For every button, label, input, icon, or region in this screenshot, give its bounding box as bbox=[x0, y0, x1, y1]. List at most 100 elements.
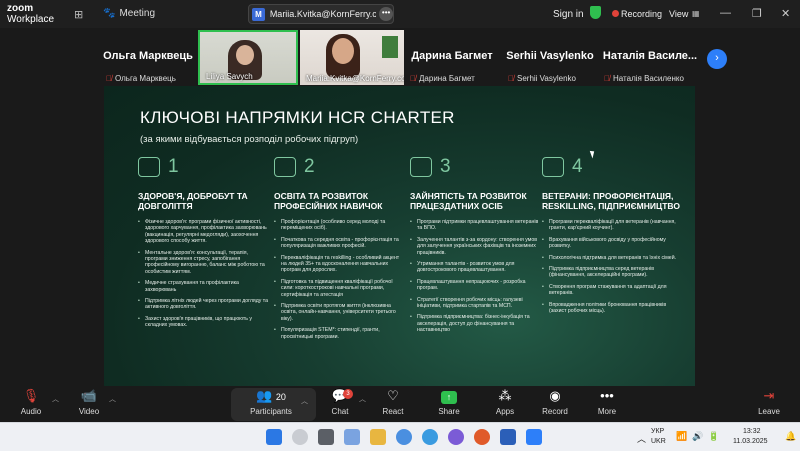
task-view-icon[interactable] bbox=[318, 429, 334, 445]
tray-chevron-icon[interactable]: ︿ bbox=[637, 432, 646, 445]
participant-name: Дарина Багмет bbox=[419, 74, 475, 83]
security-shield-icon[interactable] bbox=[590, 6, 601, 19]
bullet-item: Працевлаштування непрацюючих - розробка … bbox=[410, 279, 540, 292]
growth-chart-icon bbox=[410, 157, 432, 177]
view-button[interactable]: View bbox=[669, 9, 688, 19]
participant-tile[interactable]: Serhii Vasylenko 🎙̸ Serhii Vasylenko bbox=[502, 30, 598, 85]
muted-mic-icon: 🎙̸ bbox=[106, 74, 112, 83]
participant-video-tile[interactable]: Liliya Savych bbox=[198, 30, 298, 85]
apps-button[interactable]: ⁂ Apps bbox=[478, 388, 532, 420]
bullet-item: Впровадження політики бронювання працівн… bbox=[542, 302, 682, 315]
record-button[interactable]: ◉ Record bbox=[528, 388, 582, 420]
react-label: React bbox=[382, 407, 404, 416]
meeting-label: Meeting bbox=[119, 8, 156, 19]
next-page-chevron-icon[interactable]: › bbox=[707, 49, 727, 69]
share-label: Share bbox=[438, 407, 460, 416]
participant-tile[interactable]: Ольга Марквець 🎙̸ Ольга Марквець bbox=[100, 30, 196, 85]
chrome-icon[interactable] bbox=[396, 429, 412, 445]
apps-label: Apps bbox=[495, 407, 515, 416]
windows-start-icon[interactable] bbox=[266, 429, 282, 445]
clock-time[interactable]: 13:32 bbox=[743, 428, 761, 435]
language-bottom[interactable]: UKR bbox=[651, 438, 666, 445]
record-icon: ◉ bbox=[549, 388, 561, 403]
direction-column-1: 1 ЗДОРОВ'Я, ДОБРОБУТ ТА ДОВГОЛІТТЯ Фізич… bbox=[138, 156, 268, 334]
participant-display-name: Наталія Василе... bbox=[602, 50, 698, 62]
more-label: More bbox=[597, 407, 617, 416]
restore-icon[interactable]: ❐ bbox=[752, 7, 762, 20]
clock-date[interactable]: 11.03.2025 bbox=[733, 438, 768, 445]
search-icon[interactable] bbox=[292, 429, 308, 445]
close-icon[interactable]: ✕ bbox=[781, 7, 790, 20]
heart-react-icon: ♡ bbox=[387, 388, 399, 403]
minimize-icon[interactable]: — bbox=[720, 7, 731, 19]
participant-video-tile[interactable]: Mariia.Kvitka@KornFerry.com bbox=[300, 30, 412, 85]
column-number: 3 bbox=[440, 156, 451, 177]
participant-display-name: Дарина Багмет bbox=[411, 50, 493, 62]
zoom-app-icon[interactable] bbox=[526, 429, 542, 445]
bullet-item: Ментальне здоров'я: консультації, терапі… bbox=[138, 250, 268, 276]
muted-mic-icon: 🎙̸ bbox=[604, 74, 610, 83]
volume-icon[interactable]: 🔊 bbox=[692, 431, 703, 442]
sign-in-button[interactable]: Sign in bbox=[553, 9, 584, 20]
view-grid-icon[interactable]: ▦ bbox=[692, 9, 700, 18]
logo-line1: zoom bbox=[7, 3, 34, 14]
word-icon[interactable] bbox=[500, 429, 516, 445]
chat-button[interactable]: 💬 3 Chat bbox=[313, 388, 367, 420]
chat-options-chevron-icon[interactable]: ︿ bbox=[359, 394, 366, 404]
audio-button[interactable]: 🎙 Audio bbox=[4, 388, 58, 420]
participant-display-name: Serhii Vasylenko bbox=[506, 50, 594, 62]
share-button[interactable]: ↑ Share bbox=[422, 388, 476, 420]
muted-mic-icon: 🎙̸ bbox=[508, 74, 514, 83]
bullet-item: Підготовка та підвищення кваліфікації ро… bbox=[274, 279, 404, 298]
more-options-icon[interactable]: ••• bbox=[379, 7, 394, 21]
window-menu-icon[interactable]: ⊞ bbox=[74, 8, 83, 21]
participant-label: 🎙̸ Дарина Багмет bbox=[410, 74, 475, 83]
recording-dot-icon bbox=[612, 10, 619, 17]
video-button[interactable]: 📹 Video bbox=[62, 388, 116, 420]
screen-share-indicator[interactable]: M Mariia.Kvitka@KornFerry.com's sc ••• bbox=[248, 4, 394, 24]
telegram-icon[interactable] bbox=[422, 429, 438, 445]
participants-options-chevron-icon[interactable]: ︿ bbox=[301, 396, 308, 406]
participant-tile[interactable]: Наталія Василе... 🎙̸ Наталія Василенко bbox=[598, 30, 702, 85]
more-button[interactable]: ••• More bbox=[580, 388, 634, 420]
bullet-item: Створення програм стажування та адаптаці… bbox=[542, 284, 682, 297]
participants-button[interactable]: 👥 20 Participants bbox=[240, 388, 302, 420]
notifications-bell-icon[interactable]: 🔔 bbox=[785, 431, 796, 442]
recording-label[interactable]: Recording bbox=[621, 9, 662, 19]
participants-label: Participants bbox=[250, 407, 292, 416]
participant-name: Ольга Марквець bbox=[115, 74, 176, 83]
more-dots-icon: ••• bbox=[600, 388, 614, 403]
copilot-icon[interactable] bbox=[344, 429, 360, 445]
video-off-icon: 📹 bbox=[80, 388, 98, 403]
muted-mic-icon: 🎙 bbox=[22, 388, 40, 403]
bullet-item: Стратегії створення робочих місць: галуз… bbox=[410, 297, 540, 310]
language-top[interactable]: УКР bbox=[651, 428, 664, 435]
participant-label: 🎙̸ Ольга Марквець bbox=[106, 74, 176, 83]
participant-label: Mariia.Kvitka@KornFerry.com bbox=[306, 74, 412, 83]
title-bar: zoom Workplace ⊞ 🐾 Meeting M Mariia.Kvit… bbox=[0, 0, 800, 28]
file-explorer-icon[interactable] bbox=[370, 429, 386, 445]
person-face bbox=[236, 45, 254, 65]
wifi-icon[interactable]: 📶 bbox=[676, 431, 687, 442]
audio-options-chevron-icon[interactable]: ︿ bbox=[52, 394, 59, 404]
record-label: Record bbox=[542, 407, 568, 416]
bullet-item: Захист здоров'я працівників, що працюють… bbox=[138, 316, 268, 329]
video-options-chevron-icon[interactable]: ︿ bbox=[109, 394, 116, 404]
presentation-slide: КЛЮЧОВІ НАПРЯМКИ HCR CHARTER (за якими в… bbox=[104, 86, 695, 386]
shared-by-label: Mariia.Kvitka@KornFerry.com's sc bbox=[269, 9, 377, 19]
battery-icon[interactable]: 🔋 bbox=[708, 431, 719, 442]
opera-icon[interactable] bbox=[474, 429, 490, 445]
meeting-info-button[interactable]: 🐾 Meeting bbox=[103, 8, 155, 19]
viber-icon[interactable] bbox=[448, 429, 464, 445]
leave-button[interactable]: ⇥ Leave bbox=[742, 388, 796, 420]
direction-column-4: 4 ВЕТЕРАНИ: ПРОФОРІЄНТАЦІЯ, RESKILLING, … bbox=[542, 156, 682, 319]
bullet-item: Підтримка підприємництва серед ветеранів… bbox=[542, 266, 682, 279]
react-button[interactable]: ♡ React bbox=[366, 388, 420, 420]
participant-tile[interactable]: Дарина Багмет 🎙̸ Дарина Багмет bbox=[404, 30, 500, 85]
brain-icon bbox=[274, 157, 296, 177]
participant-name: Mariia.Kvitka@KornFerry.com bbox=[306, 74, 413, 83]
chat-label: Chat bbox=[331, 407, 349, 416]
participant-display-name: Ольга Марквець bbox=[103, 50, 193, 62]
participants-icon: 👥 20 bbox=[256, 388, 286, 403]
bullet-item: Програми підтримки працевлаштування вете… bbox=[410, 219, 540, 232]
